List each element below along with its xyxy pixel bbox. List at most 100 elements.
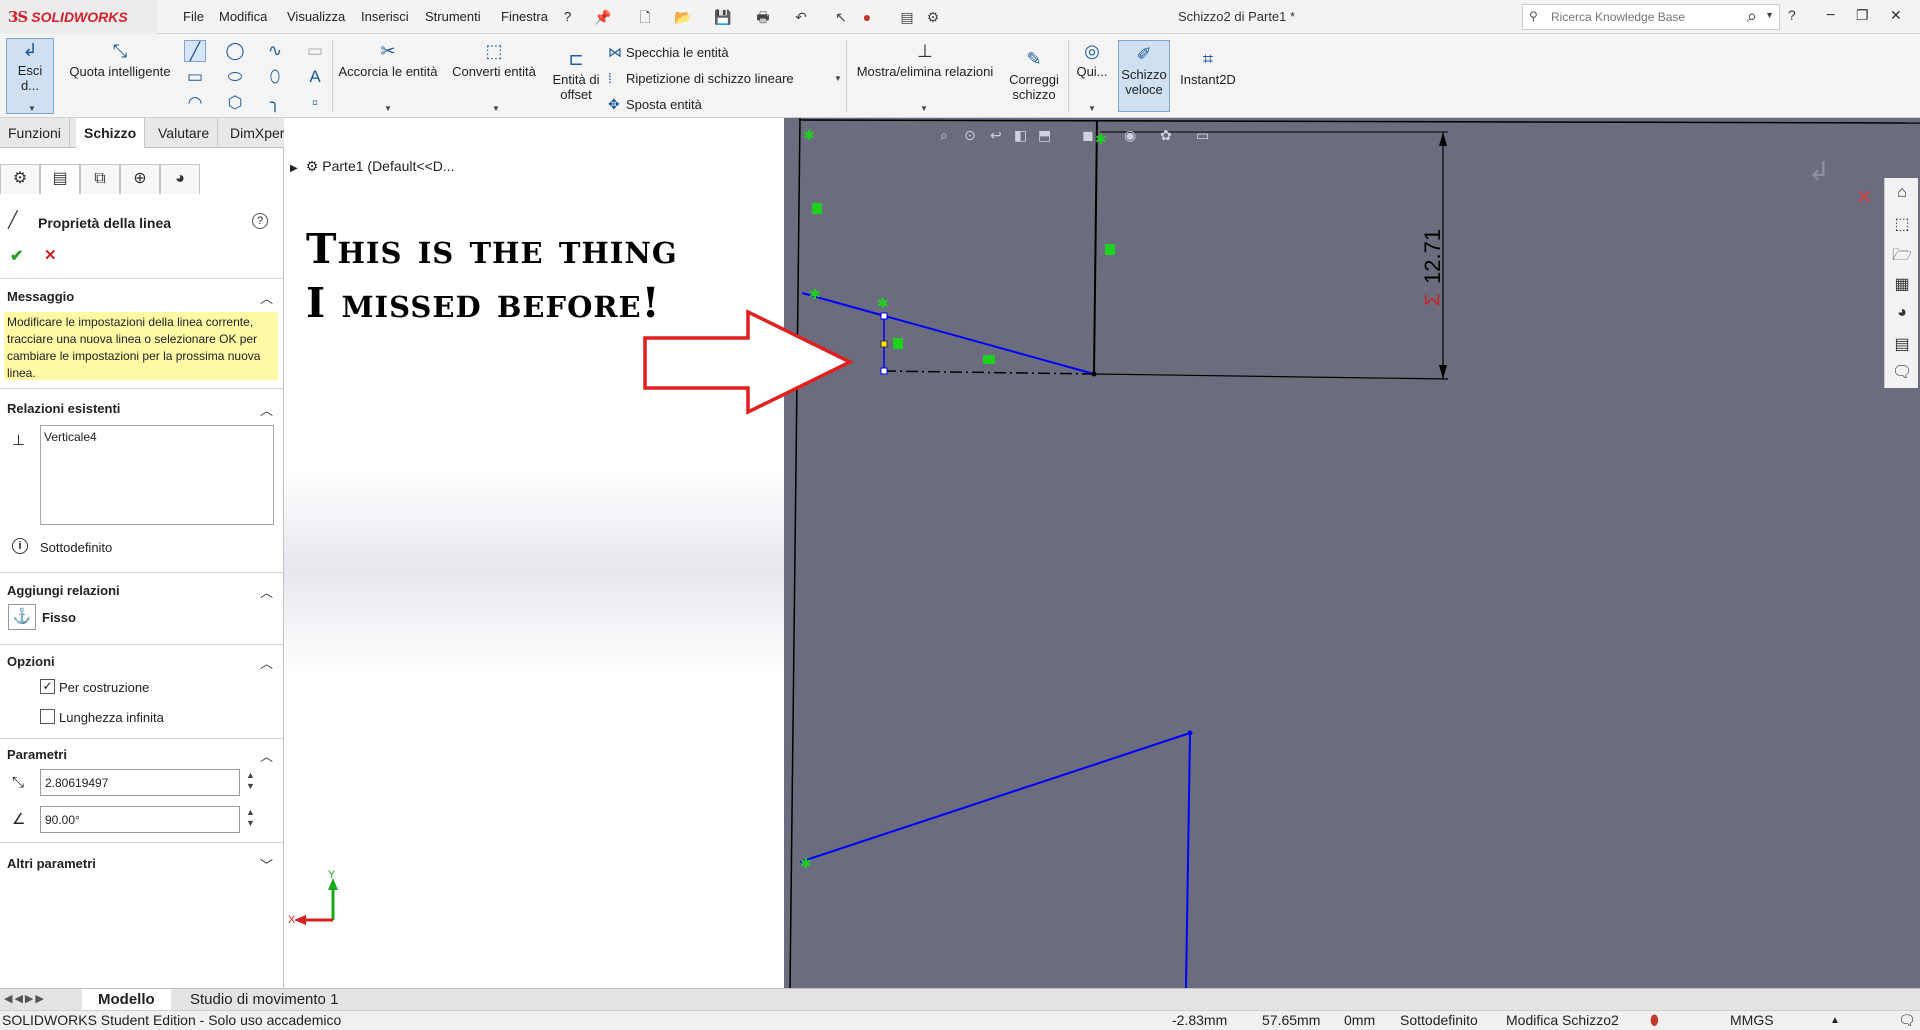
rapid-sketch-button[interactable]: ✐ Schizzo veloce <box>1118 40 1170 112</box>
comment-icon[interactable]: 🗨 <box>1898 1012 1916 1029</box>
file-properties-icon[interactable]: ▤ <box>898 8 916 26</box>
mirror-entities-button[interactable]: ⋈ Specchia le entità <box>608 44 729 61</box>
angle-input[interactable] <box>40 806 240 833</box>
point-tool-icon[interactable]: ▫ <box>304 92 326 114</box>
chevron-up-icon[interactable]: ︿ <box>260 582 273 601</box>
tree-root-item[interactable]: ▶ ⚙ Parte1 (Default<<D... <box>290 158 455 175</box>
chevron-up-icon[interactable]: ︿ <box>260 746 273 765</box>
existing-relations-list[interactable]: Verticale4 <box>40 425 274 525</box>
angle-spinner[interactable]: ▲ ▼ <box>246 807 255 829</box>
chevron-down-icon[interactable]: ▼ <box>1088 104 1096 113</box>
offset-entities-button[interactable]: ⊏ Entità di offset <box>548 48 604 102</box>
move-entities-button[interactable]: ✥ Sposta entità <box>608 96 702 113</box>
infinite-length-checkbox[interactable] <box>40 709 55 724</box>
menu-finestra[interactable]: Finestra <box>501 9 548 24</box>
tab-modello[interactable]: Modello <box>82 989 171 1010</box>
repair-sketch-button[interactable]: ✎ Correggi schizzo <box>1004 48 1064 102</box>
text-tool-icon[interactable]: A <box>304 66 326 88</box>
display-relations-button[interactable]: ⊥ Mostra/elimina relazioni <box>850 40 1000 79</box>
menu-inserisci[interactable]: Inserisci <box>361 9 409 24</box>
tab-schizzo[interactable]: Schizzo <box>76 118 146 148</box>
linear-pattern-button[interactable]: ⁞ Ripetizione di schizzo lineare <box>608 70 794 86</box>
chevron-down-icon[interactable]: ▼ <box>384 104 392 113</box>
restore-icon[interactable]: ❐ <box>1856 7 1869 24</box>
menu-help[interactable]: ? <box>564 9 571 24</box>
search-input[interactable] <box>1551 10 1761 24</box>
exit-sketch-button[interactable]: ↲ Esci d... <box>6 38 54 114</box>
parameters-section-title[interactable]: Parametri <box>7 747 67 762</box>
arc-tool-icon[interactable]: ◠ <box>184 92 206 114</box>
options-section-title[interactable]: Opzioni <box>7 654 55 669</box>
spline-tool-icon[interactable]: ∿ <box>264 40 286 62</box>
view-palette-icon[interactable]: ▦ <box>1892 274 1912 296</box>
menu-strumenti[interactable]: Strumenti <box>425 9 481 24</box>
tab-scroll-arrows-icon[interactable]: ◀◀▶▶ <box>4 992 46 1005</box>
polygon-tool-icon[interactable]: ⬡ <box>224 92 246 114</box>
infinite-length-label[interactable]: Lunghezza infinita <box>59 710 164 725</box>
ellipse-tool-icon[interactable]: ⬯ <box>264 66 286 88</box>
chevron-down-icon[interactable]: ▼ <box>1765 10 1774 20</box>
convert-entities-button[interactable]: ⬚ Converti entità <box>446 40 542 79</box>
rectangle-tool-icon[interactable]: ▭ <box>184 66 206 88</box>
graphics-area[interactable] <box>784 118 1920 988</box>
chevron-up-icon[interactable]: ▲ <box>1830 1015 1840 1026</box>
menu-modifica[interactable]: Modifica <box>219 9 267 24</box>
more-parameters-section-title[interactable]: Altri parametri <box>7 856 96 871</box>
rebuild-icon[interactable]: ● <box>858 8 876 26</box>
solidworks-logo[interactable]: 3S SOLIDWORKS <box>0 0 157 34</box>
undo-icon[interactable]: ↶ <box>792 8 810 26</box>
fillet-tool-icon[interactable]: ╮ <box>264 92 286 114</box>
menu-visualizza[interactable]: Visualizza <box>287 9 345 24</box>
fix-relation-icon[interactable]: ⚓ <box>8 604 36 630</box>
for-construction-checkbox[interactable]: ✓ <box>40 679 55 694</box>
instant2d-button[interactable]: ⌗ Instant2D <box>1174 48 1242 87</box>
circle-tool-icon[interactable]: ◯ <box>224 40 246 62</box>
slot-tool-icon[interactable]: ⬭ <box>224 66 246 88</box>
chevron-down-icon[interactable]: ﹀ <box>260 855 273 874</box>
configuration-manager-icon[interactable]: ⧉ <box>80 164 120 194</box>
forum-icon[interactable]: 🗨 <box>1892 362 1912 384</box>
for-construction-label[interactable]: Per costruzione <box>59 680 149 695</box>
length-input[interactable] <box>40 769 240 796</box>
relations-section-title[interactable]: Relazioni esistenti <box>7 401 120 416</box>
options-gear-icon[interactable]: ⚙ <box>924 8 942 26</box>
tab-funzioni[interactable]: Funzioni <box>0 118 70 148</box>
fixed-relation-label[interactable]: Fisso <box>42 610 76 625</box>
chevron-down-icon[interactable]: ▼ <box>834 74 842 83</box>
print-icon[interactable]: 🖶 <box>754 8 772 26</box>
home-icon[interactable]: ⌂ <box>1892 184 1912 206</box>
design-library-icon[interactable]: ⬚ <box>1892 214 1912 236</box>
property-manager-icon[interactable]: ▤ <box>40 164 80 194</box>
search-box[interactable]: ⚲ ⌕ ▼ <box>1522 4 1780 30</box>
pin-icon[interactable]: 📌 <box>594 8 612 26</box>
rebuild-indicator-icon[interactable]: ⬮ <box>1650 1012 1659 1029</box>
ok-check-icon[interactable]: ✔ <box>10 246 23 266</box>
new-document-icon[interactable]: 🗋 <box>636 8 654 26</box>
chevron-down-icon[interactable]: ▼ <box>920 104 928 113</box>
chevron-up-icon[interactable]: ︿ <box>260 653 273 672</box>
help-icon[interactable]: ? <box>252 213 268 229</box>
select-icon[interactable]: ↖ <box>832 8 850 26</box>
message-section-title[interactable]: Messaggio <box>7 289 74 304</box>
help-icon[interactable]: ? <box>1788 7 1796 23</box>
save-icon[interactable]: 💾 <box>714 8 732 26</box>
menu-file[interactable]: File <box>183 9 204 24</box>
quick-snaps-button[interactable]: ◎ Qui... <box>1072 40 1112 79</box>
search-icon[interactable]: ⌕ <box>1747 6 1757 27</box>
chevron-down-icon[interactable]: ▼ <box>492 104 500 113</box>
chevron-up-icon[interactable]: ︿ <box>260 400 273 419</box>
appearances-icon[interactable]: ◕ <box>1892 304 1912 326</box>
list-item[interactable]: Verticale4 <box>44 430 270 444</box>
close-icon[interactable]: ✕ <box>1890 7 1902 24</box>
tab-studio-movimento[interactable]: Studio di movimento 1 <box>174 989 354 1010</box>
feature-tree-icon[interactable]: ⚙ <box>0 164 40 194</box>
chevron-up-icon[interactable]: ︿ <box>260 288 273 307</box>
open-icon[interactable]: 📂 <box>674 8 692 26</box>
unit-system[interactable]: MMGS <box>1730 1012 1774 1028</box>
length-spinner[interactable]: ▲ ▼ <box>246 770 255 792</box>
cancel-x-icon[interactable]: ✕ <box>44 246 57 264</box>
trim-button[interactable]: ✂ Accorcia le entità <box>336 40 440 79</box>
chevron-down-icon[interactable]: ▼ <box>28 104 36 113</box>
minimize-icon[interactable]: − <box>1826 7 1835 25</box>
display-manager-icon[interactable]: ◕ <box>160 164 200 194</box>
